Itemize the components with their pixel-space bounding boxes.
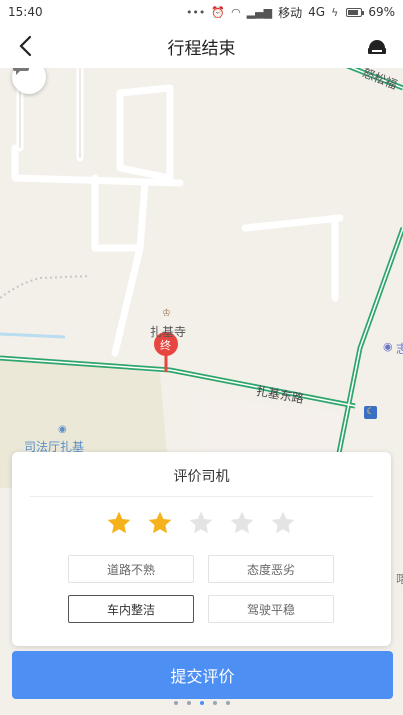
- night-poi-icon: ☾: [364, 406, 377, 419]
- wifi-icon: ◠: [231, 5, 241, 19]
- rating-tag[interactable]: 驾驶平稳: [208, 595, 334, 623]
- map-poi-right-lower: 喀: [396, 572, 403, 586]
- customer-service-icon: [368, 40, 386, 54]
- rating-tag[interactable]: 态度恶劣: [208, 555, 334, 583]
- divider: [30, 496, 373, 497]
- page-dot: [199, 701, 204, 705]
- star-filled-icon[interactable]: [106, 510, 132, 536]
- page-dot: [225, 701, 230, 705]
- map-poi-right-icon: ◉: [383, 340, 393, 353]
- charging-icon: ϟ: [331, 5, 339, 19]
- star-empty-icon[interactable]: [188, 510, 214, 536]
- status-bar: 15:40 ••• ⏰ ◠ ▂▄▆ 移动 4G ϟ 69%: [0, 0, 403, 24]
- map-poi-left-icon: ◉: [58, 424, 67, 435]
- status-time: 15:40: [8, 5, 43, 19]
- map-poi-right: 志: [396, 342, 403, 356]
- page-dot: [186, 701, 191, 705]
- battery-icon: [346, 7, 365, 17]
- more-dots-icon: •••: [185, 5, 206, 19]
- temple-icon: ♔: [162, 308, 171, 319]
- network-label: 4G: [308, 5, 326, 19]
- carrier-label: 移动: [278, 5, 303, 20]
- star-empty-icon[interactable]: [270, 510, 296, 536]
- rating-panel: 评价司机 道路不熟 态度恶劣 车内整洁 驾驶平稳: [12, 452, 391, 646]
- rating-tag[interactable]: 车内整洁: [68, 595, 194, 623]
- customer-service-button[interactable]: [365, 34, 389, 58]
- rating-title: 评价司机: [173, 469, 230, 485]
- back-button[interactable]: [12, 32, 40, 60]
- chevron-left-icon: [19, 35, 32, 57]
- nav-bar: 行程结束: [0, 24, 403, 68]
- page-dot: [212, 701, 217, 705]
- star-empty-icon[interactable]: [229, 510, 255, 536]
- rating-tag[interactable]: 道路不熟: [68, 555, 194, 583]
- status-icons: ••• ⏰ ◠ ▂▄▆ 移动 4G ϟ 69%: [186, 4, 395, 21]
- page-indicator: [0, 701, 403, 709]
- chat-bubble-icon: [13, 68, 29, 75]
- map-end-marker: 终: [160, 339, 171, 352]
- submit-rating-button[interactable]: 提交评价: [12, 651, 393, 699]
- page-dot: [173, 701, 178, 705]
- rating-tags: 道路不熟 态度恶劣 车内整洁 驾驶平稳: [68, 555, 334, 623]
- submit-label: 提交评价: [170, 667, 235, 686]
- battery-percent: 69%: [368, 5, 395, 19]
- page-title: 行程结束: [167, 38, 236, 59]
- signal-icon: ▂▄▆: [246, 5, 273, 19]
- alarm-icon: ⏰: [211, 5, 226, 19]
- star-rating: [106, 510, 296, 536]
- star-filled-icon[interactable]: [147, 510, 173, 536]
